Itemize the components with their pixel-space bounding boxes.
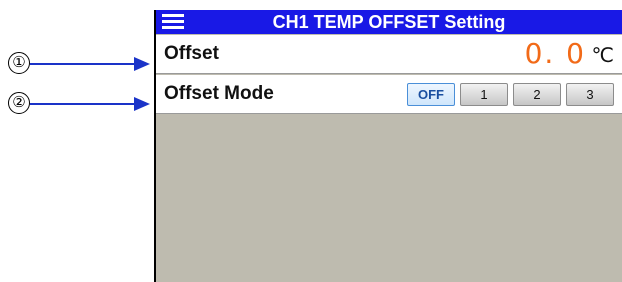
offset-mode-1-button[interactable]: 1 (460, 83, 508, 106)
offset-mode-off-button[interactable]: OFF (407, 83, 455, 106)
offset-mode-3-button[interactable]: 3 (566, 83, 614, 106)
callout-arrow-1-icon (30, 57, 150, 71)
callout-number-2: ② (8, 92, 30, 114)
settings-panel: CH1 TEMP OFFSET Setting Offset 0. 0 ℃ Of… (154, 10, 622, 282)
callout-2: ② (0, 92, 155, 116)
callout-number-1: ① (8, 52, 30, 74)
offset-mode-button-group: OFF 1 2 3 (402, 83, 614, 106)
offset-mode-2-button[interactable]: 2 (513, 83, 561, 106)
offset-mode-row: Offset Mode OFF 1 2 3 (156, 75, 622, 114)
callout-1: ① (0, 52, 155, 76)
offset-unit: ℃ (591, 43, 614, 67)
page-title: CH1 TEMP OFFSET Setting (272, 12, 506, 32)
offset-value[interactable]: 0. 0 (525, 35, 586, 73)
title-bar: CH1 TEMP OFFSET Setting (156, 10, 622, 34)
offset-label: Offset (164, 43, 219, 64)
offset-row[interactable]: Offset 0. 0 ℃ (156, 35, 622, 74)
offset-mode-label: Offset Mode (164, 83, 274, 104)
hamburger-menu-icon[interactable] (162, 14, 184, 30)
callout-arrow-2-icon (30, 97, 150, 111)
